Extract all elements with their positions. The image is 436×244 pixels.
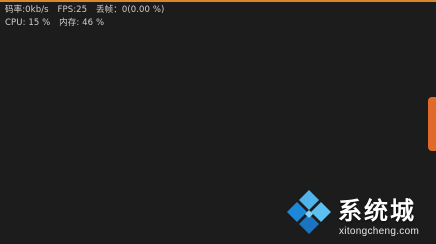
stats-row-system: CPU: 15 % 内存: 46 % <box>5 17 170 30</box>
watermark-domain: xitongcheng.com <box>339 226 420 237</box>
dropped-frames-readout: 丢帧：0(0.00 %) <box>96 5 165 15</box>
top-accent-bar <box>0 0 436 2</box>
stats-overlay: 码率:0kb/s FPS:25 丢帧：0(0.00 %) CPU: 15 % 内… <box>5 4 170 29</box>
stats-row-stream: 码率:0kb/s FPS:25 丢帧：0(0.00 %) <box>5 4 170 17</box>
side-panel-toggle-tab[interactable] <box>428 97 436 151</box>
cpu-readout: CPU: 15 % <box>5 17 51 28</box>
windows-diamond-logo-icon <box>287 190 331 234</box>
bitrate-readout: 码率:0kb/s <box>5 5 49 15</box>
video-preview-screen: 码率:0kb/s FPS:25 丢帧：0(0.00 %) CPU: 15 % 内… <box>0 0 436 244</box>
fps-readout: FPS:25 <box>57 5 88 15</box>
memory-readout: 内存: 46 % <box>59 17 105 28</box>
watermark-title: 系统城 <box>338 197 416 225</box>
site-watermark: 系统城 xitongcheng.com <box>283 186 436 244</box>
